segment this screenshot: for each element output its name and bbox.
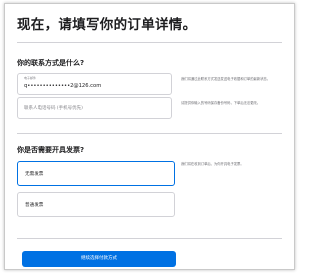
invoice-option-regular[interactable]: 普通发票 xyxy=(17,192,175,217)
contact-heading: 你的联系方式是什么? xyxy=(17,59,85,67)
divider-bottom xyxy=(17,238,282,239)
page-title: 现在，请填写你的订单详情。 xyxy=(17,17,197,33)
divider-middle xyxy=(17,133,282,134)
divider-top xyxy=(17,42,282,43)
phone-field-placeholder: 联系人电话号码 (手机号优先) xyxy=(24,106,83,111)
email-field[interactable]: 电子邮件 q••••••••••••••2@126.com xyxy=(17,73,172,95)
email-field-value: q••••••••••••••2@126.com xyxy=(24,83,102,89)
phone-note: 请提供你输入的号码保存备份号码，下单后无法更改。 xyxy=(181,101,261,105)
invoice-option-label: 普通发票 xyxy=(25,203,44,208)
continue-to-payment-button[interactable]: 继续选择付款方式 xyxy=(22,251,176,267)
invoice-option-label: 无需发票 xyxy=(25,172,44,177)
checkout-window: 现在，请填写你的订单详情。 你的联系方式是什么? 电子邮件 q•••••••••… xyxy=(4,3,295,270)
invoice-option-none[interactable]: 无需发票 xyxy=(17,161,175,186)
invoice-note: 我们将在收到订单后，为你开具电子发票。 xyxy=(181,162,244,166)
invoice-heading: 你是否需要开具发票? xyxy=(17,146,85,154)
email-note: 我们将通过此联系方式发送发送电子收据和订单的最新状态。 xyxy=(181,77,271,81)
email-field-label: 电子邮件 xyxy=(24,76,37,80)
phone-field[interactable]: 联系人电话号码 (手机号优先) xyxy=(17,97,172,119)
